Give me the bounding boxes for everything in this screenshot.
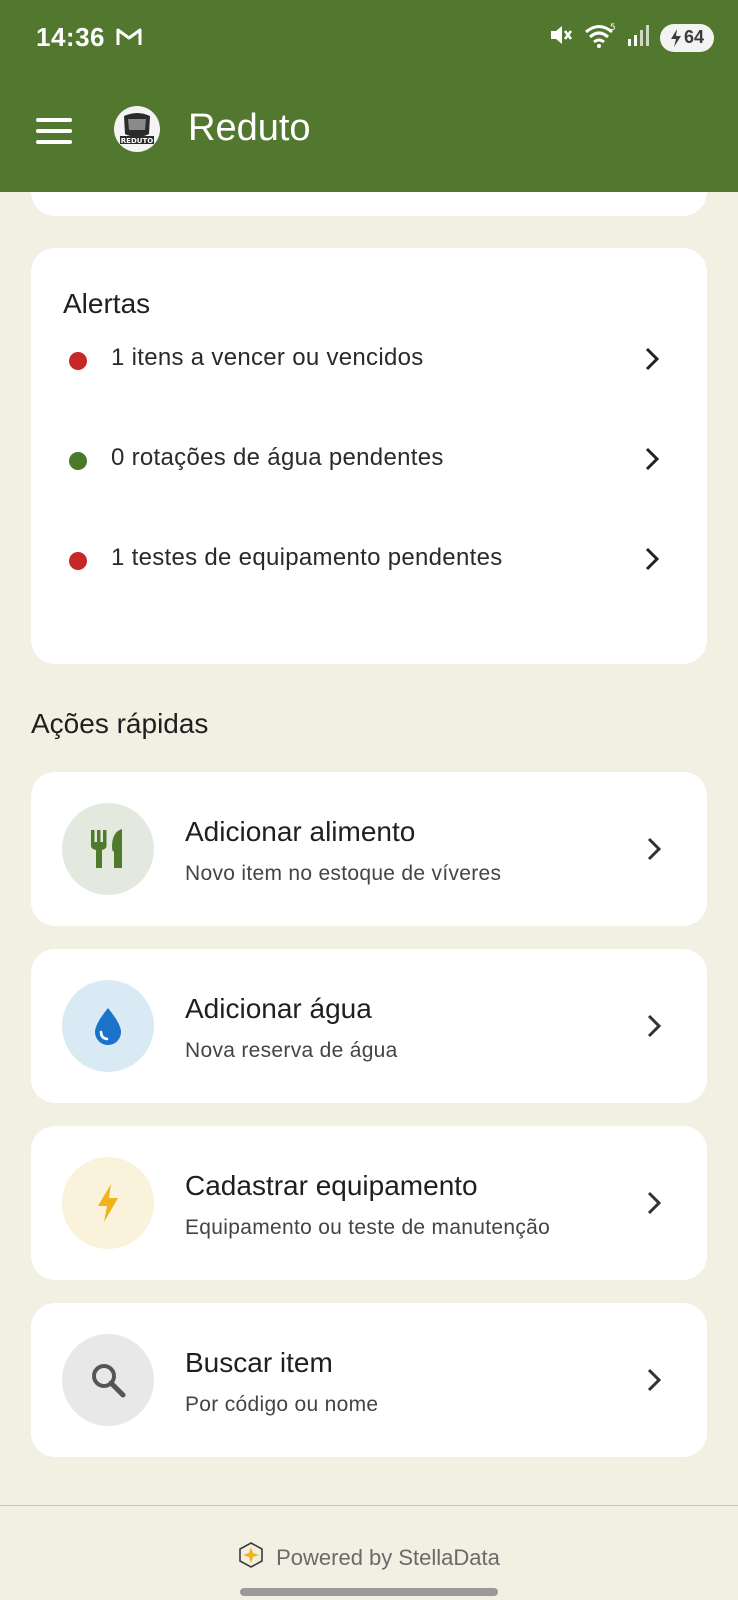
alerts-card: Alertas 1 itens a vencer ou vencidos 0 r… [31,248,707,664]
signal-icon [626,23,650,52]
alert-row-equipment-tests[interactable]: 1 testes de equipamento pendentes [31,524,707,596]
search-icon [62,1334,154,1426]
wifi-icon: 5 [584,22,616,53]
action-title: Adicionar água [185,993,372,1024]
home-indicator[interactable] [240,1588,498,1596]
status-dot-icon [69,452,87,470]
status-dot-icon [69,552,87,570]
action-title: Adicionar alimento [185,816,416,847]
battery-level: 64 [683,27,705,47]
stelladata-logo-icon [238,1542,264,1574]
powered-by: Powered by StellaData [0,1542,738,1574]
add-food-button[interactable]: Adicionar alimento Novo item no estoque … [31,772,707,926]
lightning-bolt-icon [62,1157,154,1249]
quick-actions-title: Ações rápidas [31,708,209,739]
hamburger-icon [36,118,72,122]
water-drop-icon [62,980,154,1072]
powered-by-text: Powered by StellaData [276,1545,500,1570]
footer: Powered by StellaData [0,1505,738,1600]
action-subtitle: Novo item no estoque de víveres [185,862,502,885]
alert-text: 0 rotações de água pendentes [111,444,444,471]
chevron-right-icon [643,546,661,577]
gmail-notification-icon [116,27,142,52]
alerts-title: Alertas [63,288,151,319]
mute-icon [548,22,574,53]
menu-button[interactable] [36,118,74,148]
chevron-right-icon [645,836,663,867]
chevron-right-icon [645,1013,663,1044]
app-title: Reduto [188,107,311,149]
svg-text:5: 5 [610,23,616,33]
status-time: 14:36 [36,22,105,52]
alert-row-water-rotations[interactable]: 0 rotações de água pendentes [31,424,707,496]
status-bar: 14:36 5 64 [0,0,738,80]
app-bar: REDUTO Reduto [0,80,738,192]
action-title: Buscar item [185,1347,333,1378]
action-title: Cadastrar equipamento [185,1170,478,1201]
register-equipment-button[interactable]: Cadastrar equipamento Equipamento ou tes… [31,1126,707,1280]
alert-text: 1 testes de equipamento pendentes [111,544,503,571]
alert-text: 1 itens a vencer ou vencidos [111,344,424,371]
status-dot-icon [69,352,87,370]
action-subtitle: Nova reserva de água [185,1039,398,1062]
fork-knife-icon [62,803,154,895]
app-logo: REDUTO [114,106,160,152]
action-subtitle: Por código ou nome [185,1393,379,1416]
action-subtitle: Equipamento ou teste de manutenção [185,1216,551,1239]
chevron-right-icon [643,346,661,377]
main-content: Alertas 1 itens a vencer ou vencidos 0 r… [0,192,738,1504]
search-item-button[interactable]: Buscar item Por código ou nome [31,1303,707,1457]
add-water-button[interactable]: Adicionar água Nova reserva de água [31,949,707,1103]
chevron-right-icon [643,446,661,477]
status-icons: 5 64 [548,22,714,53]
charging-icon [670,28,681,47]
battery-indicator: 64 [660,23,714,52]
previous-card [31,192,707,216]
chevron-right-icon [645,1367,663,1398]
alert-row-expiring-items[interactable]: 1 itens a vencer ou vencidos [31,324,707,396]
svg-text:REDUTO: REDUTO [121,137,153,145]
chevron-right-icon [645,1190,663,1221]
